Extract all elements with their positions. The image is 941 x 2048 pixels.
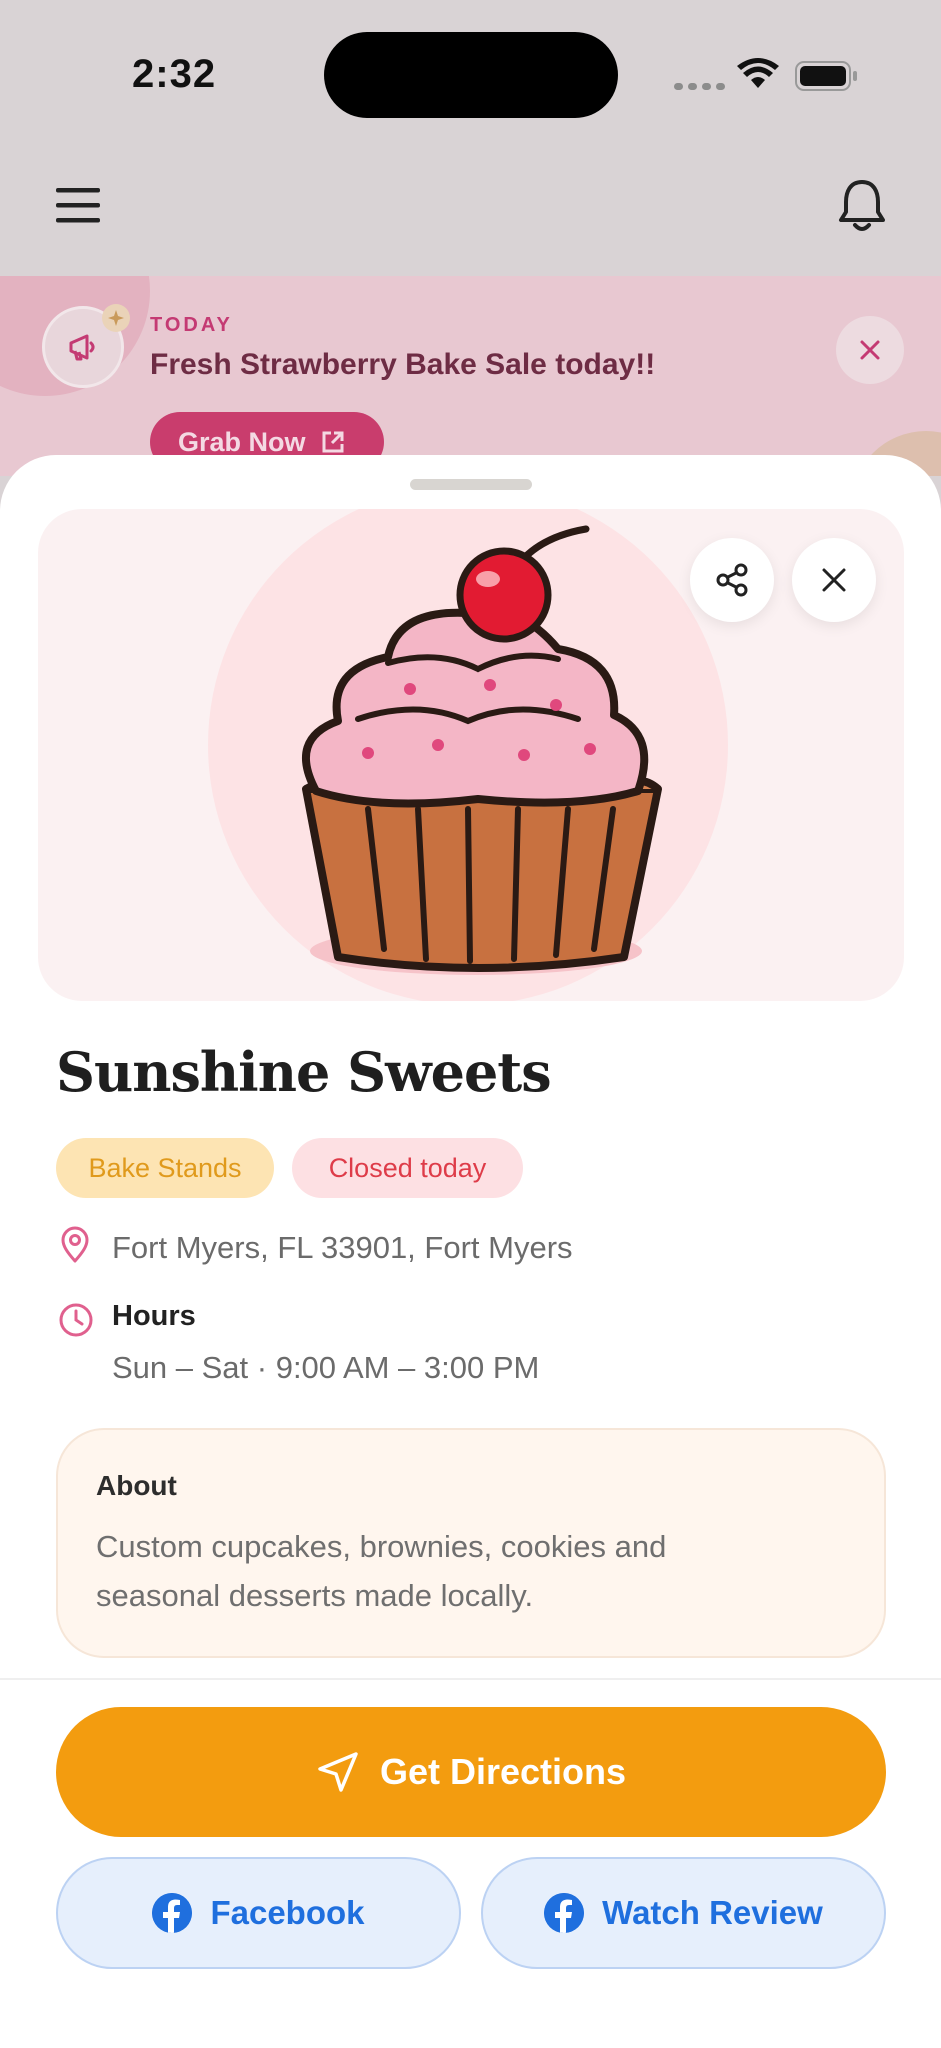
hours-label: Hours [112,1300,196,1332]
get-directions-button[interactable]: Get Directions [56,1707,886,1837]
status-time: 2:32 [132,52,217,96]
facebook-button[interactable]: Facebook [56,1857,461,1969]
cellular-signal-icon [674,83,725,90]
about-title: About [96,1470,177,1501]
close-icon [822,568,846,592]
shop-address: Fort Myers, FL 33901, Fort Myers [112,1230,573,1265]
category-badge: Bake Stands [56,1138,274,1198]
status-bar: 2:32 [0,0,941,150]
share-icon [716,563,748,597]
facebook-label: Facebook [210,1894,365,1931]
watch-review-button[interactable]: Watch Review [481,1857,886,1969]
navigation-arrow-icon [318,1752,358,1792]
sheet-grabber[interactable] [410,479,532,490]
external-link-icon [322,431,344,453]
wifi-icon [737,58,779,88]
grab-now-label: Grab Now [178,426,306,457]
get-directions-label: Get Directions [379,1751,627,1792]
promo-eyebrow: TODAY [150,314,233,336]
about-text: Custom cupcakes, brownies, cookies and s… [96,1529,667,1613]
about-card: About Custom cupcakes, brownies, cookies… [56,1428,886,1658]
battery-icon [795,61,857,91]
shop-name: Sunshine Sweets [56,1040,552,1104]
close-sheet-button[interactable] [792,538,876,622]
cupcake-illustration [208,509,728,1001]
promo-title: Fresh Strawberry Bake Sale today!! [150,348,656,381]
watch-review-label: Watch Review [602,1894,823,1931]
close-icon [860,340,880,360]
share-button[interactable] [690,538,774,622]
facebook-icon [152,1893,193,1933]
divider [0,1678,941,1680]
clock-icon [59,1303,93,1337]
dynamic-island [324,32,618,118]
status-badge: Closed today [292,1138,523,1198]
promo-close-button[interactable] [836,316,904,384]
facebook-icon [544,1893,585,1933]
menu-icon[interactable] [54,182,102,230]
location-pin-icon [61,1226,89,1263]
sparkle-icon [102,304,130,332]
notification-bell-icon[interactable] [836,178,888,234]
hours-value: Sun – Sat · 9:00 AM – 3:00 PM [112,1350,540,1385]
shop-hero-image [38,509,904,1001]
